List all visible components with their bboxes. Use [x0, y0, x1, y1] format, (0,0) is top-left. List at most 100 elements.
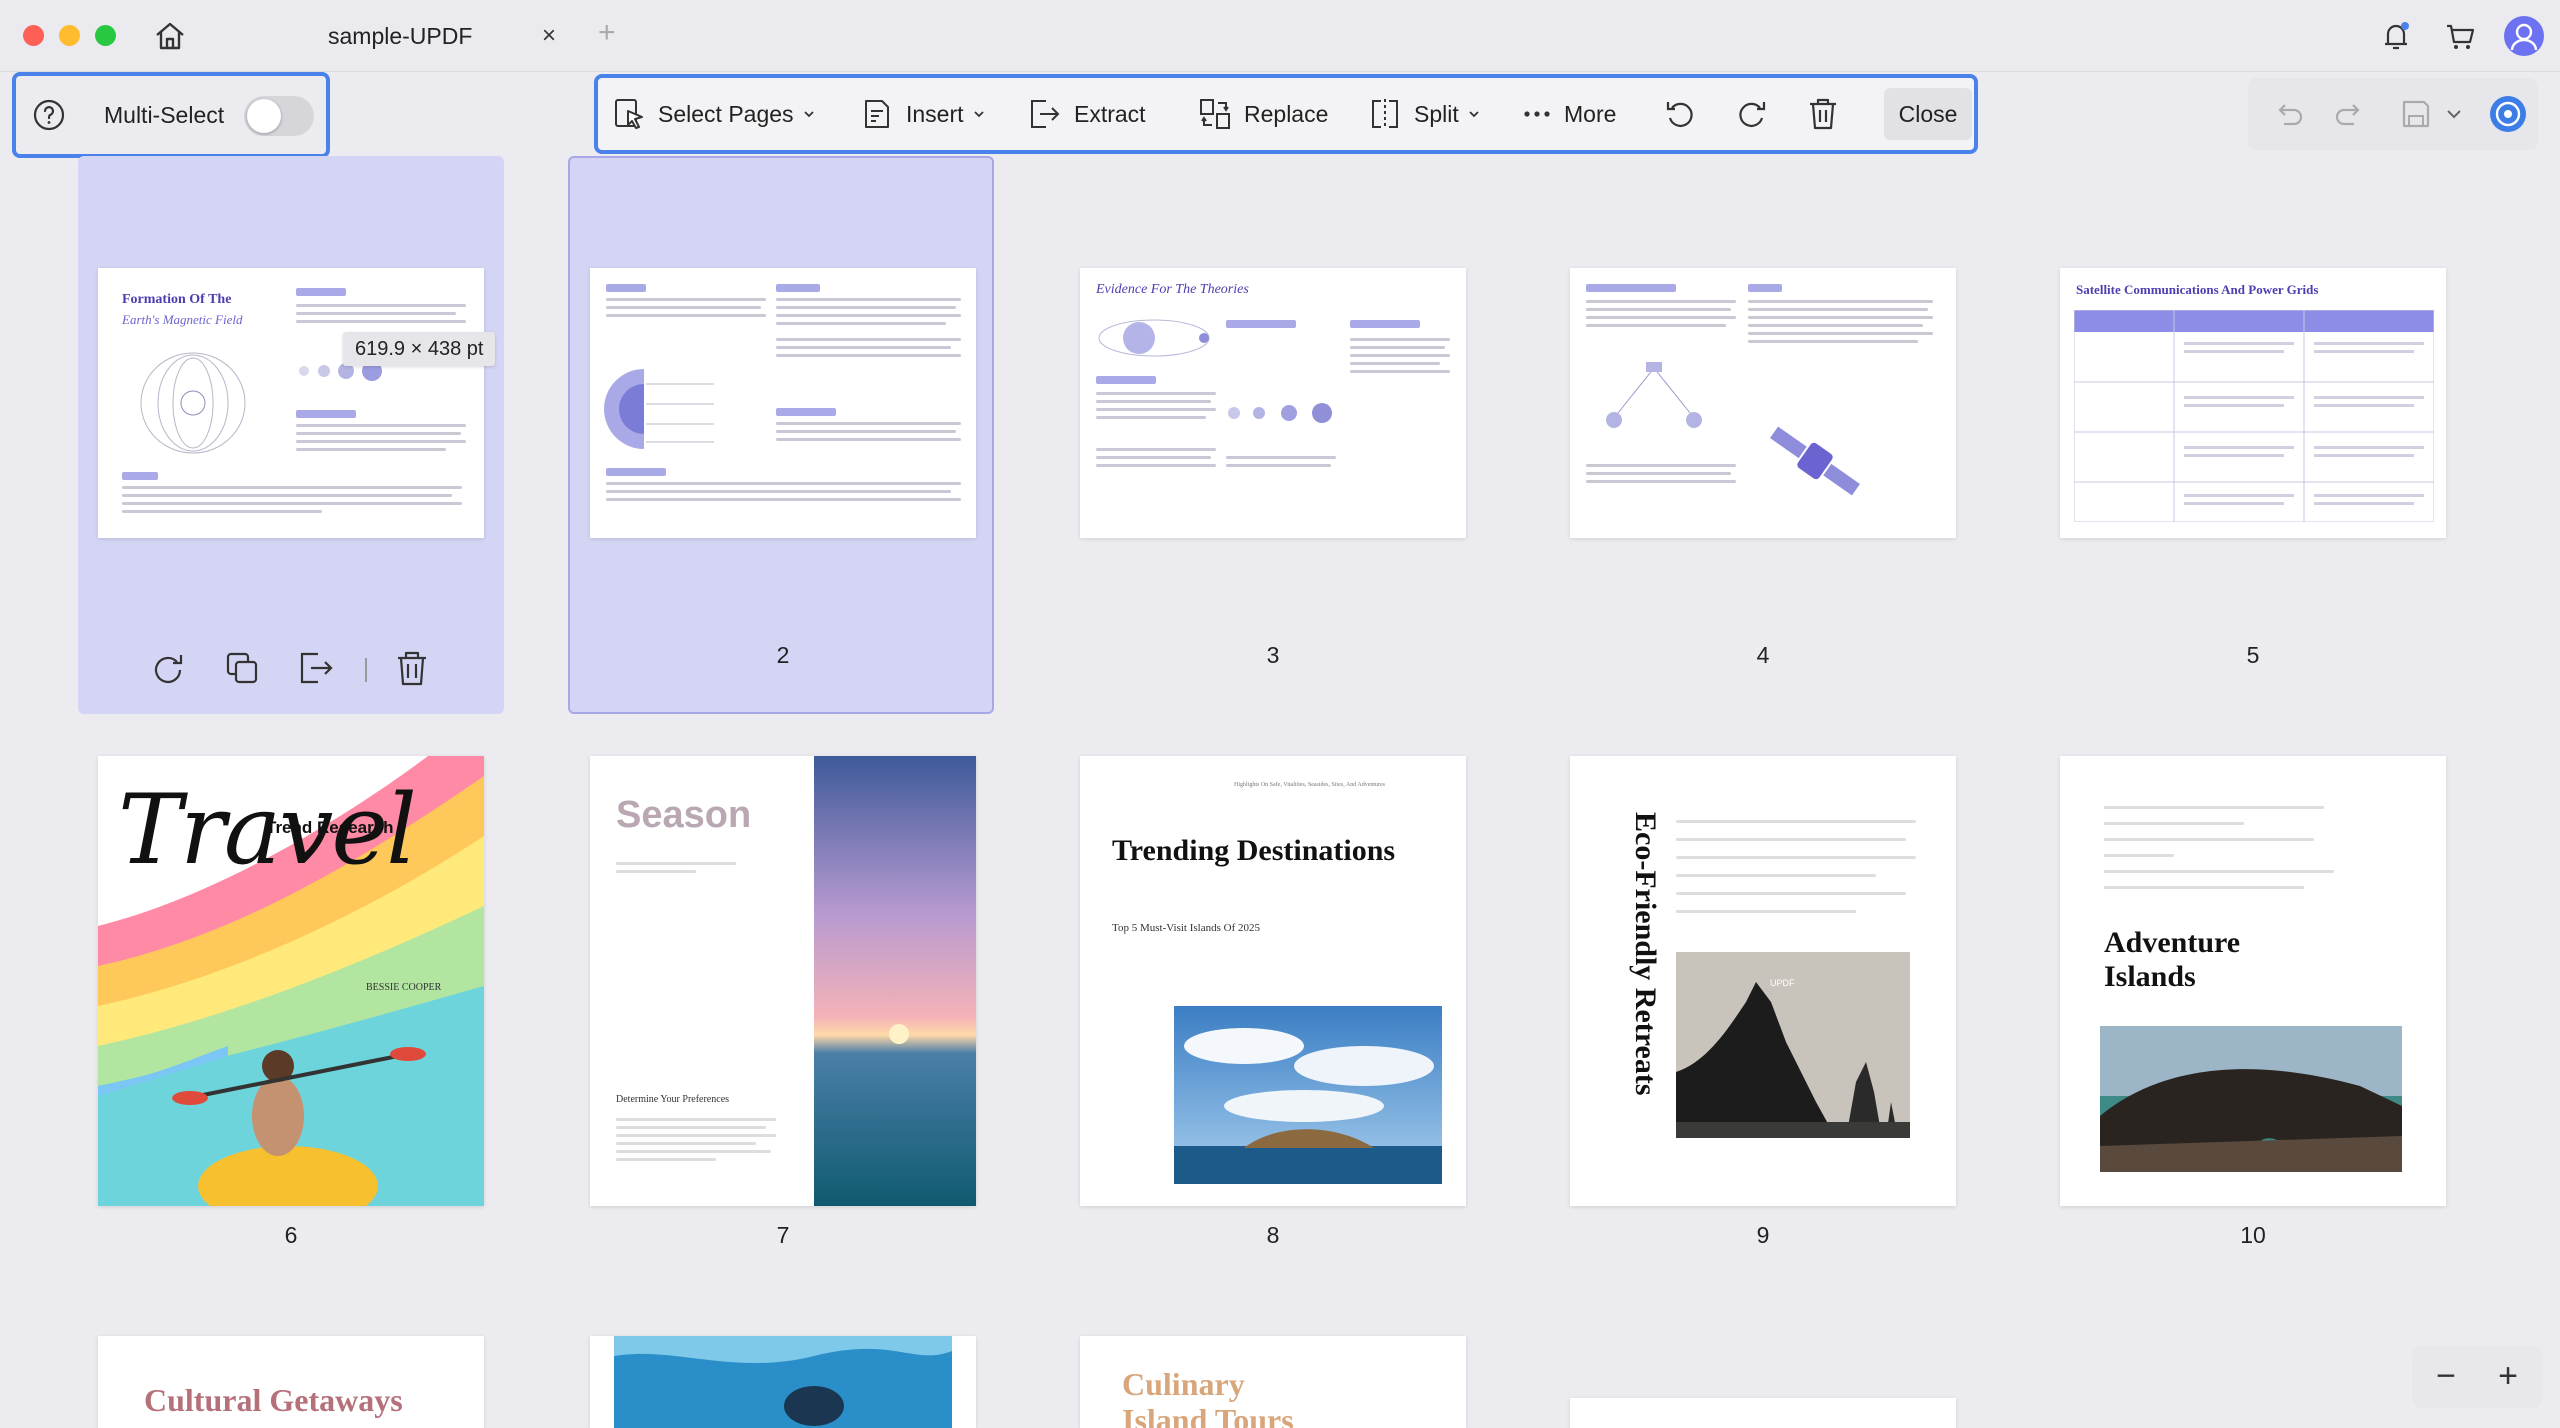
text-line	[776, 354, 961, 357]
page-thumbnail-8[interactable]: Highlights On Safe, Vitalities, Seasides…	[1080, 756, 1466, 1206]
text-line	[296, 432, 461, 435]
split-button[interactable]: Split	[1368, 78, 1481, 150]
new-tab-button[interactable]: +	[598, 16, 616, 50]
sunset-ocean-image	[814, 756, 976, 1206]
page-13-title: Culinary Island Tours	[1122, 1366, 1294, 1428]
text-line	[1586, 308, 1731, 311]
page-thumbnail-12[interactable]	[590, 1336, 976, 1428]
save-icon[interactable]	[2398, 96, 2434, 132]
user-avatar[interactable]	[2504, 16, 2544, 56]
undo-icon[interactable]	[2270, 96, 2306, 132]
text-line	[2104, 822, 2244, 825]
page-thumbnail-5[interactable]: Satellite Communications And Power Grids	[2060, 268, 2446, 538]
extract-button[interactable]: Extract	[1026, 78, 1146, 150]
home-icon[interactable]	[152, 18, 188, 54]
page-8-title: Trending Destinations	[1112, 834, 1396, 867]
text-line	[776, 422, 961, 425]
close-organize-button[interactable]: Close	[1884, 88, 1972, 140]
page-thumbnail-11[interactable]: Cultural Getaways	[98, 1336, 484, 1428]
section-chip	[776, 408, 836, 416]
chevron-down-icon[interactable]	[2444, 96, 2464, 132]
page-5-title: Satellite Communications And Power Grids	[2076, 282, 2319, 297]
text-line	[122, 502, 462, 505]
text-line	[1350, 338, 1450, 341]
text-line	[2104, 886, 2304, 889]
notification-bell-icon[interactable]	[2378, 18, 2414, 54]
text-line	[776, 338, 961, 341]
minimize-window-button[interactable]	[59, 25, 80, 46]
replace-label: Replace	[1244, 100, 1329, 127]
extract-page-icon[interactable]	[296, 648, 336, 688]
text-line	[2104, 806, 2324, 809]
page-8-subtitle: Top 5 Must-Visit Islands Of 2025	[1112, 922, 1260, 934]
maximize-window-button[interactable]	[95, 25, 116, 46]
select-pages-button[interactable]: Select Pages	[612, 78, 816, 150]
page-thumbnail-2[interactable]	[590, 268, 976, 538]
page-number-5: 5	[2246, 642, 2260, 668]
help-icon[interactable]	[32, 98, 66, 132]
text-line	[606, 490, 951, 493]
text-line	[616, 1118, 776, 1121]
page-3-title: Evidence For The Theories	[1096, 282, 1249, 297]
page-thumbnail-14[interactable]	[1570, 1398, 1956, 1428]
delete-page-icon[interactable]	[392, 648, 432, 688]
page-thumbnail-4[interactable]	[1570, 268, 1956, 538]
page-thumbnail-9[interactable]: Eco-Friendly Retreats UPDF	[1570, 756, 1956, 1206]
multi-select-group: Multi-Select	[12, 72, 330, 158]
replace-button[interactable]: Replace	[1198, 78, 1328, 150]
tab-close-button[interactable]: ×	[542, 22, 556, 50]
text-line	[1226, 464, 1331, 467]
split-label: Split	[1414, 100, 1459, 127]
text-line	[296, 304, 466, 307]
sun-earth-diagram-icon	[1098, 319, 1210, 357]
text-line	[616, 1158, 716, 1161]
zoom-out-button[interactable]: −	[2426, 1356, 2466, 1396]
text-line	[122, 494, 452, 497]
insert-page-icon	[865, 100, 889, 128]
section-chip	[776, 284, 820, 292]
close-window-button[interactable]	[23, 25, 44, 46]
section-chip	[1226, 320, 1296, 328]
text-line	[616, 862, 736, 865]
cart-icon[interactable]	[2442, 18, 2478, 54]
zoom-in-button[interactable]: +	[2488, 1356, 2528, 1396]
select-pages-label: Select Pages	[658, 100, 794, 127]
satellite-network-diagram-icon	[1606, 362, 1702, 428]
text-line	[296, 312, 456, 315]
more-button[interactable]: More	[1522, 78, 1616, 150]
page-11-title: Cultural Getaways	[144, 1382, 403, 1418]
rotate-left-button[interactable]	[1662, 78, 1698, 150]
text-line	[776, 314, 961, 317]
satellite-icon	[1770, 426, 1860, 496]
multi-select-toggle[interactable]	[244, 96, 314, 136]
page-thumbnail-3[interactable]: Evidence For The Theories	[1080, 268, 1466, 538]
page-thumbnail-6[interactable]: Travel Trend Research BESSIE COOPER	[98, 756, 484, 1206]
ai-assistant-icon[interactable]	[2488, 94, 2528, 134]
page-number-6: 6	[284, 1222, 298, 1248]
page-thumbnail-13[interactable]: Culinary Island Tours	[1080, 1336, 1466, 1428]
section-chip	[1350, 320, 1420, 328]
section-chip	[122, 472, 158, 480]
duplicate-page-icon[interactable]	[222, 648, 262, 688]
page-thumbnail-10[interactable]: Adventure Islands	[2060, 756, 2446, 1206]
text-line	[1096, 448, 1216, 451]
page-number-4: 4	[1756, 642, 1770, 668]
page-thumbnail-1[interactable]: Formation Of The Earth's Magnetic Field	[98, 268, 484, 538]
text-line	[1586, 464, 1736, 467]
text-line	[1748, 340, 1918, 343]
multi-select-label: Multi-Select	[104, 101, 225, 128]
text-line	[616, 1126, 766, 1129]
text-line	[1676, 838, 1906, 841]
rotate-page-icon[interactable]	[148, 648, 188, 688]
text-line	[1096, 400, 1211, 403]
section-chip	[1586, 284, 1676, 292]
page-thumbnail-7[interactable]: Season Determine Your Preferences	[590, 756, 976, 1206]
delete-page-button[interactable]	[1806, 78, 1840, 150]
page-6-subtitle: Trend Research	[266, 818, 394, 837]
redo-icon[interactable]	[2332, 96, 2368, 132]
insert-button[interactable]: Insert	[860, 78, 986, 150]
document-tab[interactable]: sample-UPDF ×	[270, 0, 578, 72]
text-line	[2104, 870, 2334, 873]
rotate-right-button[interactable]	[1734, 78, 1770, 150]
text-line	[1096, 416, 1206, 419]
